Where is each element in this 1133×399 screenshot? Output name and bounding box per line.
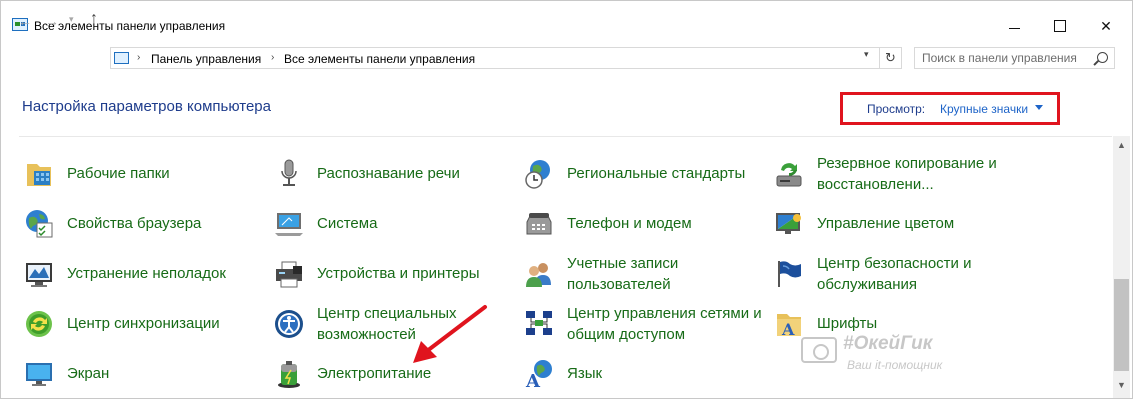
minimize-icon [1008,27,1020,29]
computer-icon [275,213,303,236]
item-backup-and-restore[interactable]: Резервное копирование и восстановлени... [773,154,1013,198]
search-icon[interactable] [1097,52,1108,63]
minimize-button[interactable] [991,11,1037,41]
work-folders-icon [27,164,51,186]
item-label[interactable]: Свойства браузера [67,213,267,234]
internet-options-icon [26,210,53,238]
breadcrumb-chevron-icon[interactable]: › [271,52,274,63]
phone-modem-icon [526,213,552,235]
item-label[interactable]: Резервное копирование и восстановлени... [817,153,1017,195]
maximize-icon [1054,20,1066,32]
forward-arrow-icon[interactable]: → [45,13,59,29]
item-color-management[interactable]: Управление цветом [773,204,1013,248]
view-mode-chevron-down-icon[interactable] [1035,105,1043,110]
recent-locations-chevron-icon[interactable]: ▾ [69,14,74,25]
breadcrumb-chevron-icon[interactable]: › [137,52,140,63]
item-work-folders[interactable]: Рабочие папки [23,154,263,198]
view-label: Просмотр: [867,102,926,116]
control-panel-icon [114,52,129,64]
item-label[interactable]: Центр безопасности и обслуживания [817,253,1017,295]
backup-icon [776,163,802,187]
item-label[interactable]: Центр синхронизации [67,313,267,334]
item-label[interactable]: Центр управления сетями и общим доступом [567,303,767,345]
breadcrumb-all-items[interactable]: Все элементы панели управления [284,52,475,66]
scroll-down-arrow-icon[interactable]: ▼ [1117,380,1126,390]
security-flag-icon [778,261,801,287]
user-accounts-icon [526,263,551,287]
item-label[interactable]: Управление цветом [817,213,1017,234]
item-display[interactable]: Экран [23,354,263,398]
item-language[interactable]: A Язык [523,354,763,398]
address-dropdown-chevron-icon[interactable]: ▾ [864,49,869,60]
control-panel-window: Все элементы панели управления ✕ ← → ▾ ↑… [0,0,1133,399]
watermark: #ОкейГик Ваш it-помощник [801,331,981,375]
item-label[interactable]: Язык [567,363,767,384]
refresh-button[interactable]: ↻ [880,47,902,69]
search-box[interactable] [914,47,1115,69]
region-clock-icon [525,160,550,189]
item-label[interactable]: Рабочие папки [67,163,267,184]
troubleshooting-icon [26,263,52,287]
svg-text:A: A [525,371,541,390]
battery-power-icon [278,361,300,388]
maximize-button[interactable] [1037,11,1083,41]
printer-icon [276,261,302,288]
item-label[interactable]: Региональные стандарты [567,163,767,184]
microphone-icon [281,159,297,186]
language-icon: A [525,360,552,390]
page-title: Настройка параметров компьютера [22,98,271,115]
back-arrow-icon[interactable]: ← [18,13,32,29]
item-troubleshooting[interactable]: Устранение неполадок [23,254,263,298]
item-label[interactable]: Экран [67,363,267,384]
item-region[interactable]: Региональные стандарты [523,154,763,198]
svg-text:A: A [781,320,795,339]
item-network-and-sharing-center[interactable]: Центр управления сетями и общим доступом [523,304,763,348]
item-user-accounts[interactable]: Учетные записи пользователей [523,254,763,298]
address-bar[interactable]: › Панель управления › Все элементы панел… [110,47,880,69]
item-sync-center[interactable]: Центр синхронизации [23,304,263,348]
camera-logo-icon [801,337,837,363]
item-label[interactable]: Учетные записи пользователей [567,253,767,295]
red-annotation-arrow-icon [413,305,487,363]
item-phone-and-modem[interactable]: Телефон и модем [523,204,763,248]
item-label[interactable]: Устройства и принтеры [317,263,517,284]
item-label[interactable]: Распознавание речи [317,163,517,184]
search-input[interactable] [915,48,1092,68]
item-label[interactable]: Устранение неполадок [67,263,267,284]
item-speech-recognition[interactable]: Распознавание речи [273,154,513,198]
refresh-icon: ↻ [885,50,896,65]
divider [19,136,1112,137]
watermark-title: #ОкейГик [843,333,933,354]
breadcrumb-control-panel[interactable]: Панель управления [151,52,261,66]
up-arrow-icon[interactable]: ↑ [90,10,98,28]
color-management-icon [776,213,801,234]
item-label[interactable]: Телефон и модем [567,213,767,234]
view-mode-dropdown[interactable]: Крупные значки [940,102,1028,116]
ease-of-access-icon [275,310,303,338]
close-button[interactable]: ✕ [1083,11,1129,41]
item-devices-and-printers[interactable]: Устройства и принтеры [273,254,513,298]
title-bar: Все элементы панели управления ✕ [1,1,1132,37]
scroll-up-arrow-icon[interactable]: ▲ [1117,140,1126,150]
item-label[interactable]: Система [317,213,517,234]
window-title: Все элементы панели управления [34,19,226,33]
close-icon: ✕ [1100,17,1112,34]
item-internet-options[interactable]: Свойства браузера [23,204,263,248]
watermark-subtitle: Ваш it-помощник [847,358,943,372]
sync-icon [26,311,52,337]
display-icon [26,363,52,386]
item-system[interactable]: Система [273,204,513,248]
item-security-and-maintenance[interactable]: Центр безопасности и обслуживания [773,254,1013,298]
network-icon [526,311,552,335]
scrollbar-thumb[interactable] [1114,279,1129,371]
